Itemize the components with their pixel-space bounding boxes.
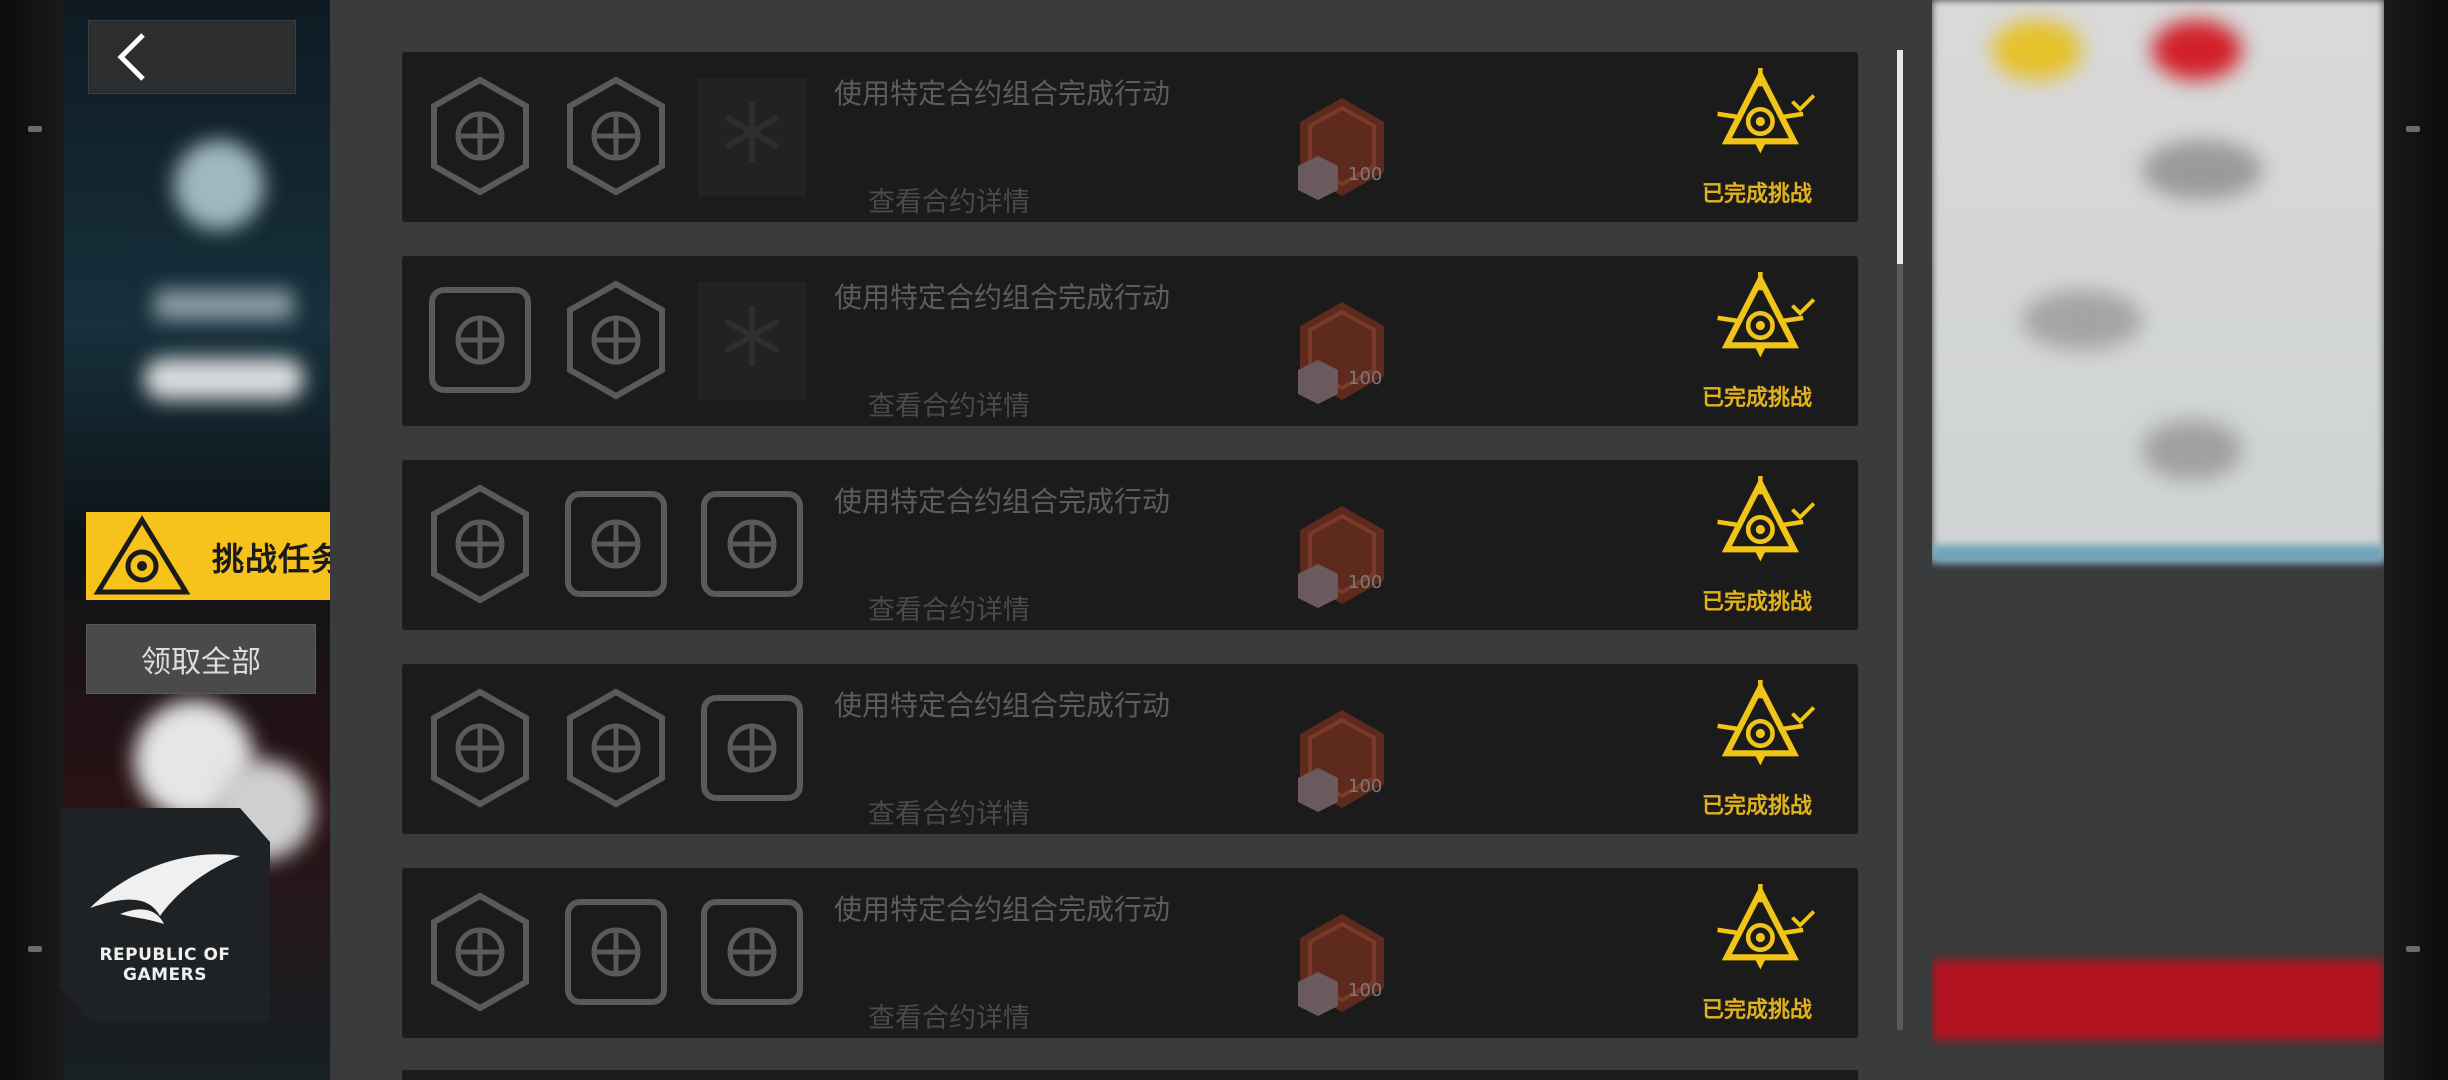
target-cross-icon[interactable] xyxy=(562,72,670,200)
challenge-description: 使用特定合约组合完成行动 xyxy=(834,893,1171,926)
challenge-status-label: 已完成挑战 xyxy=(1702,386,1813,411)
challenge-status-label: 已完成挑战 xyxy=(1702,590,1813,615)
reward-amount: 100 xyxy=(1348,980,1383,1001)
rotate-arrows-icon[interactable] xyxy=(426,684,534,812)
device-frame-right xyxy=(2384,0,2448,1080)
rog-text-line2: GAMERS xyxy=(123,965,207,985)
reward-amount: 100 xyxy=(1348,368,1383,389)
reward-amount: 100 xyxy=(1348,572,1383,593)
back-button[interactable] xyxy=(88,20,296,94)
crossed-swords-icon[interactable] xyxy=(562,888,670,1016)
game-background-right xyxy=(1932,0,2384,1080)
challenge-status-label: 已完成挑战 xyxy=(1702,182,1813,207)
challenge-status-label: 已完成挑战 xyxy=(1702,794,1813,819)
diamond-icon[interactable] xyxy=(562,276,670,404)
challenge-card[interactable]: 使用特定合约组合完成行动查看合约详情 100 已完成挑战 xyxy=(402,460,1858,630)
knife-clock-icon[interactable] xyxy=(698,888,806,1016)
reward-item-icon xyxy=(1292,502,1392,612)
snowflake-locked-icon[interactable] xyxy=(698,72,806,200)
view-contract-details-link[interactable]: 查看合约详情 xyxy=(868,588,1030,627)
reward-item-icon xyxy=(1292,910,1392,1020)
view-contract-details-link[interactable]: 查看合约详情 xyxy=(868,792,1030,831)
frame-notch xyxy=(28,126,42,132)
view-contract-details-link[interactable]: 查看合约详情 xyxy=(868,996,1030,1035)
tech-plate-icon[interactable] xyxy=(426,888,534,1016)
challenge-card[interactable]: 使用特定合约组合完成行动查看合约详情 100 已完成挑战 xyxy=(402,664,1858,834)
scrollbar-thumb[interactable] xyxy=(1897,50,1903,264)
rog-text-line1: REPUBLIC OF xyxy=(99,945,231,965)
device-frame-left xyxy=(0,0,64,1080)
view-contract-details-link[interactable]: 查看合约详情 xyxy=(868,384,1030,423)
challenge-description: 使用特定合约组合完成行动 xyxy=(834,77,1171,110)
frame-notch xyxy=(28,946,42,952)
weapon-parts-icon[interactable] xyxy=(426,276,534,404)
target-cross-icon[interactable] xyxy=(562,684,670,812)
view-contract-details-link[interactable]: 查看合约详情 xyxy=(868,180,1030,219)
reward-amount: 100 xyxy=(1348,776,1383,797)
challenge-description: 使用特定合约组合完成行动 xyxy=(834,485,1171,518)
challenge-card[interactable]: 使用特定合约组合完成行动查看合约详情 100 已完成挑战 xyxy=(402,868,1858,1038)
boot-water-icon[interactable] xyxy=(698,684,806,812)
challenge-card[interactable]: 使用特定合约组合完成行动查看合约详情 100 已完成挑战 xyxy=(402,52,1858,222)
globe-no-icon[interactable] xyxy=(698,480,806,608)
helmet-icon[interactable] xyxy=(426,72,534,200)
reward-amount: 100 xyxy=(1348,164,1383,185)
tab-label: 挑战任务 xyxy=(212,540,345,578)
collect-all-button[interactable]: 领取全部 xyxy=(86,624,316,694)
snowflake-locked-icon[interactable] xyxy=(698,276,806,404)
grid-x-icon[interactable] xyxy=(562,480,670,608)
challenge-description: 使用特定合约组合完成行动 xyxy=(834,281,1171,314)
challenge-description: 使用特定合约组合完成行动 xyxy=(834,689,1171,722)
reward-item-icon xyxy=(1292,298,1392,408)
frame-notch xyxy=(2406,126,2420,132)
reward-item-icon xyxy=(1292,706,1392,816)
rog-badge: REPUBLIC OF GAMERS xyxy=(60,808,270,1022)
challenge-card[interactable]: 使用特定合约组合完成行动查看合约详情 100 已完成挑战 xyxy=(402,256,1858,426)
challenge-status-label: 已完成挑战 xyxy=(1702,998,1813,1023)
rog-eye-logo xyxy=(90,854,240,924)
list-item-partial xyxy=(402,1070,1858,1080)
chevron-left-icon xyxy=(117,33,145,81)
reward-item-icon xyxy=(1292,94,1392,204)
crossed-guns-icon[interactable] xyxy=(426,480,534,608)
frame-notch xyxy=(2406,946,2420,952)
